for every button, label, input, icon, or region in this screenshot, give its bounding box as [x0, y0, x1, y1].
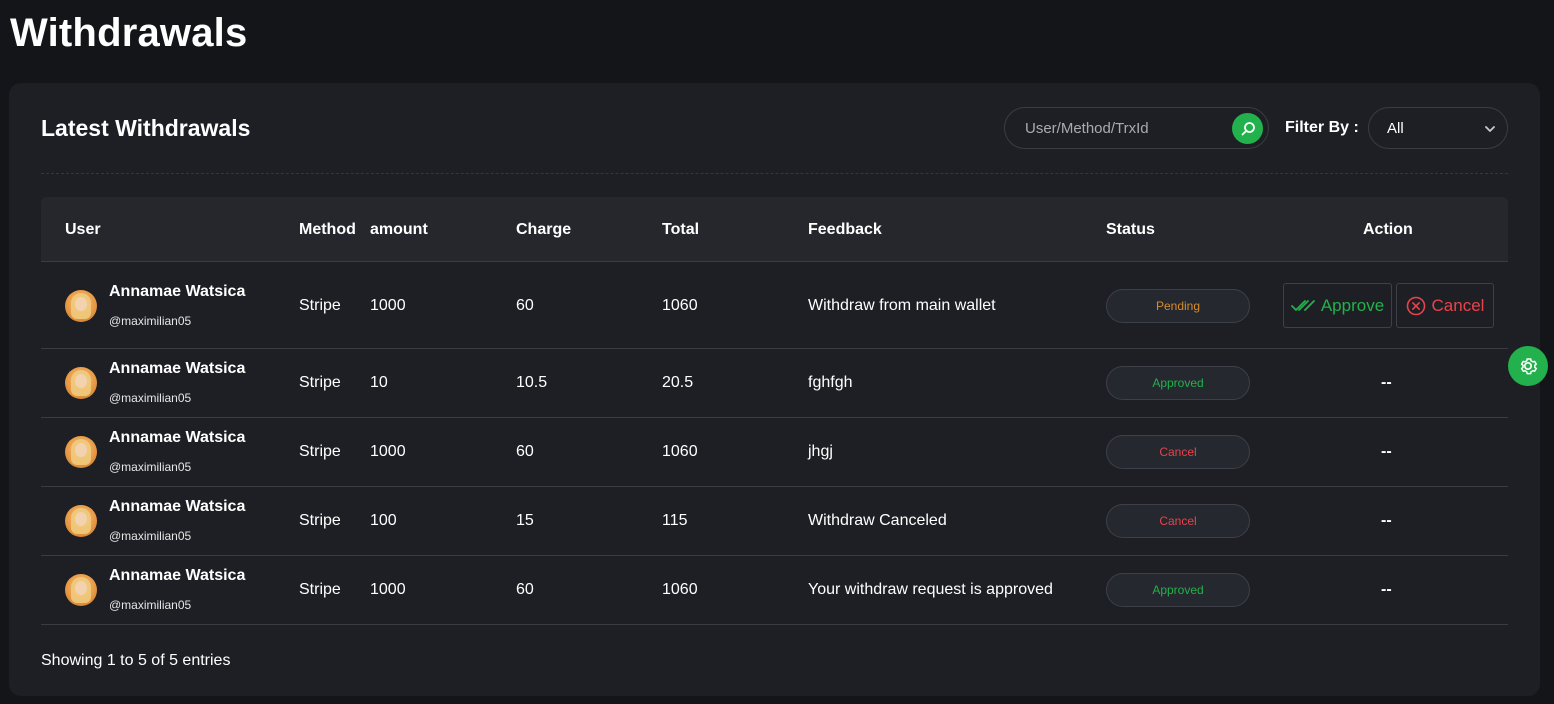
- user-handle: @maximilian05: [109, 598, 192, 612]
- cell-total: 1060: [662, 581, 698, 598]
- x-circle-icon: [1406, 296, 1425, 315]
- cell-charge: 60: [516, 297, 534, 314]
- cell-amount: 1000: [370, 297, 406, 314]
- user-name: Annamae Watsica: [109, 360, 246, 377]
- withdrawals-card: Latest Withdrawals Filter By : All User …: [9, 83, 1540, 696]
- chevron-down-icon: [1485, 126, 1495, 132]
- avatar: [65, 290, 97, 322]
- cell-feedback: Withdraw Canceled: [808, 512, 947, 529]
- entries-info: Showing 1 to 5 of 5 entries: [41, 652, 231, 669]
- user-handle: @maximilian05: [109, 391, 192, 405]
- header-amount: amount: [370, 221, 428, 238]
- header-total: Total: [662, 221, 700, 238]
- approve-label: Approve: [1320, 295, 1385, 315]
- table-row: Annamae Watsica @maximilian05 Stripe 100…: [41, 418, 1508, 487]
- cell-amount: 1000: [370, 443, 406, 460]
- gear-icon: [1520, 358, 1537, 375]
- user-handle: @maximilian05: [109, 314, 192, 328]
- cell-total: 20.5: [662, 374, 694, 391]
- cell-total: 1060: [662, 297, 698, 314]
- cell-total: 1060: [662, 443, 698, 460]
- cell-feedback: jhgj: [808, 443, 833, 460]
- header-method: Method: [299, 221, 356, 238]
- cancel-button[interactable]: Cancel: [1396, 283, 1494, 328]
- search-box: [1004, 107, 1269, 149]
- user-name: Annamae Watsica: [109, 498, 246, 515]
- action-empty: --: [1381, 443, 1392, 460]
- cell-charge: 10.5: [516, 374, 548, 391]
- table-header: User Method amount Charge Total Feedback…: [41, 197, 1508, 262]
- cell-charge: 60: [516, 443, 534, 460]
- table-row: Annamae Watsica @maximilian05 Stripe 100…: [41, 487, 1508, 556]
- header-action: Action: [1363, 221, 1413, 238]
- user-handle: @maximilian05: [109, 460, 192, 474]
- cell-feedback: Your withdraw request is approved: [808, 581, 1053, 598]
- cell-amount: 10: [370, 374, 388, 391]
- cell-total: 115: [662, 512, 688, 529]
- user-name: Annamae Watsica: [109, 567, 246, 584]
- avatar: [65, 367, 97, 399]
- filter-label: Filter By :: [1285, 119, 1359, 136]
- filter-selected-value: All: [1387, 119, 1404, 137]
- approve-button[interactable]: Approve: [1283, 283, 1392, 328]
- action-empty: --: [1381, 581, 1392, 598]
- cell-feedback: fghfgh: [808, 374, 853, 391]
- user-name: Annamae Watsica: [109, 283, 246, 300]
- double-check-icon: [1290, 299, 1315, 311]
- cell-amount: 100: [370, 512, 397, 529]
- status-badge: Approved: [1106, 366, 1250, 400]
- user-name: Annamae Watsica: [109, 429, 246, 446]
- cell-method: Stripe: [299, 374, 341, 391]
- cell-charge: 15: [516, 512, 534, 529]
- status-badge: Approved: [1106, 573, 1250, 607]
- action-empty: --: [1381, 374, 1392, 391]
- status-badge: Pending: [1106, 289, 1250, 323]
- cancel-label: Cancel: [1431, 295, 1485, 315]
- search-button[interactable]: [1232, 113, 1263, 144]
- cell-method: Stripe: [299, 297, 341, 314]
- header-status: Status: [1106, 221, 1155, 238]
- cell-charge: 60: [516, 581, 534, 598]
- divider: [41, 173, 1508, 174]
- status-badge: Cancel: [1106, 504, 1250, 538]
- cell-method: Stripe: [299, 512, 341, 529]
- table-row: Annamae Watsica @maximilian05 Stripe 100…: [41, 556, 1508, 625]
- table-row: Annamae Watsica @maximilian05 Stripe 100…: [41, 263, 1508, 349]
- search-input[interactable]: [1025, 108, 1225, 148]
- action-empty: --: [1381, 512, 1392, 529]
- card-title: Latest Withdrawals: [41, 115, 251, 141]
- filter-select[interactable]: All: [1368, 107, 1508, 149]
- avatar: [65, 436, 97, 468]
- settings-button[interactable]: [1508, 346, 1548, 386]
- user-handle: @maximilian05: [109, 529, 192, 543]
- header-feedback: Feedback: [808, 221, 882, 238]
- avatar: [65, 574, 97, 606]
- header-charge: Charge: [516, 221, 572, 238]
- cell-method: Stripe: [299, 581, 341, 598]
- search-icon: [1241, 121, 1255, 135]
- page-title: Withdrawals: [10, 11, 248, 55]
- cell-method: Stripe: [299, 443, 341, 460]
- header-user: User: [65, 221, 101, 238]
- table-row: Annamae Watsica @maximilian05 Stripe 10 …: [41, 349, 1508, 418]
- cell-amount: 1000: [370, 581, 406, 598]
- status-badge: Cancel: [1106, 435, 1250, 469]
- cell-feedback: Withdraw from main wallet: [808, 297, 996, 314]
- avatar: [65, 505, 97, 537]
